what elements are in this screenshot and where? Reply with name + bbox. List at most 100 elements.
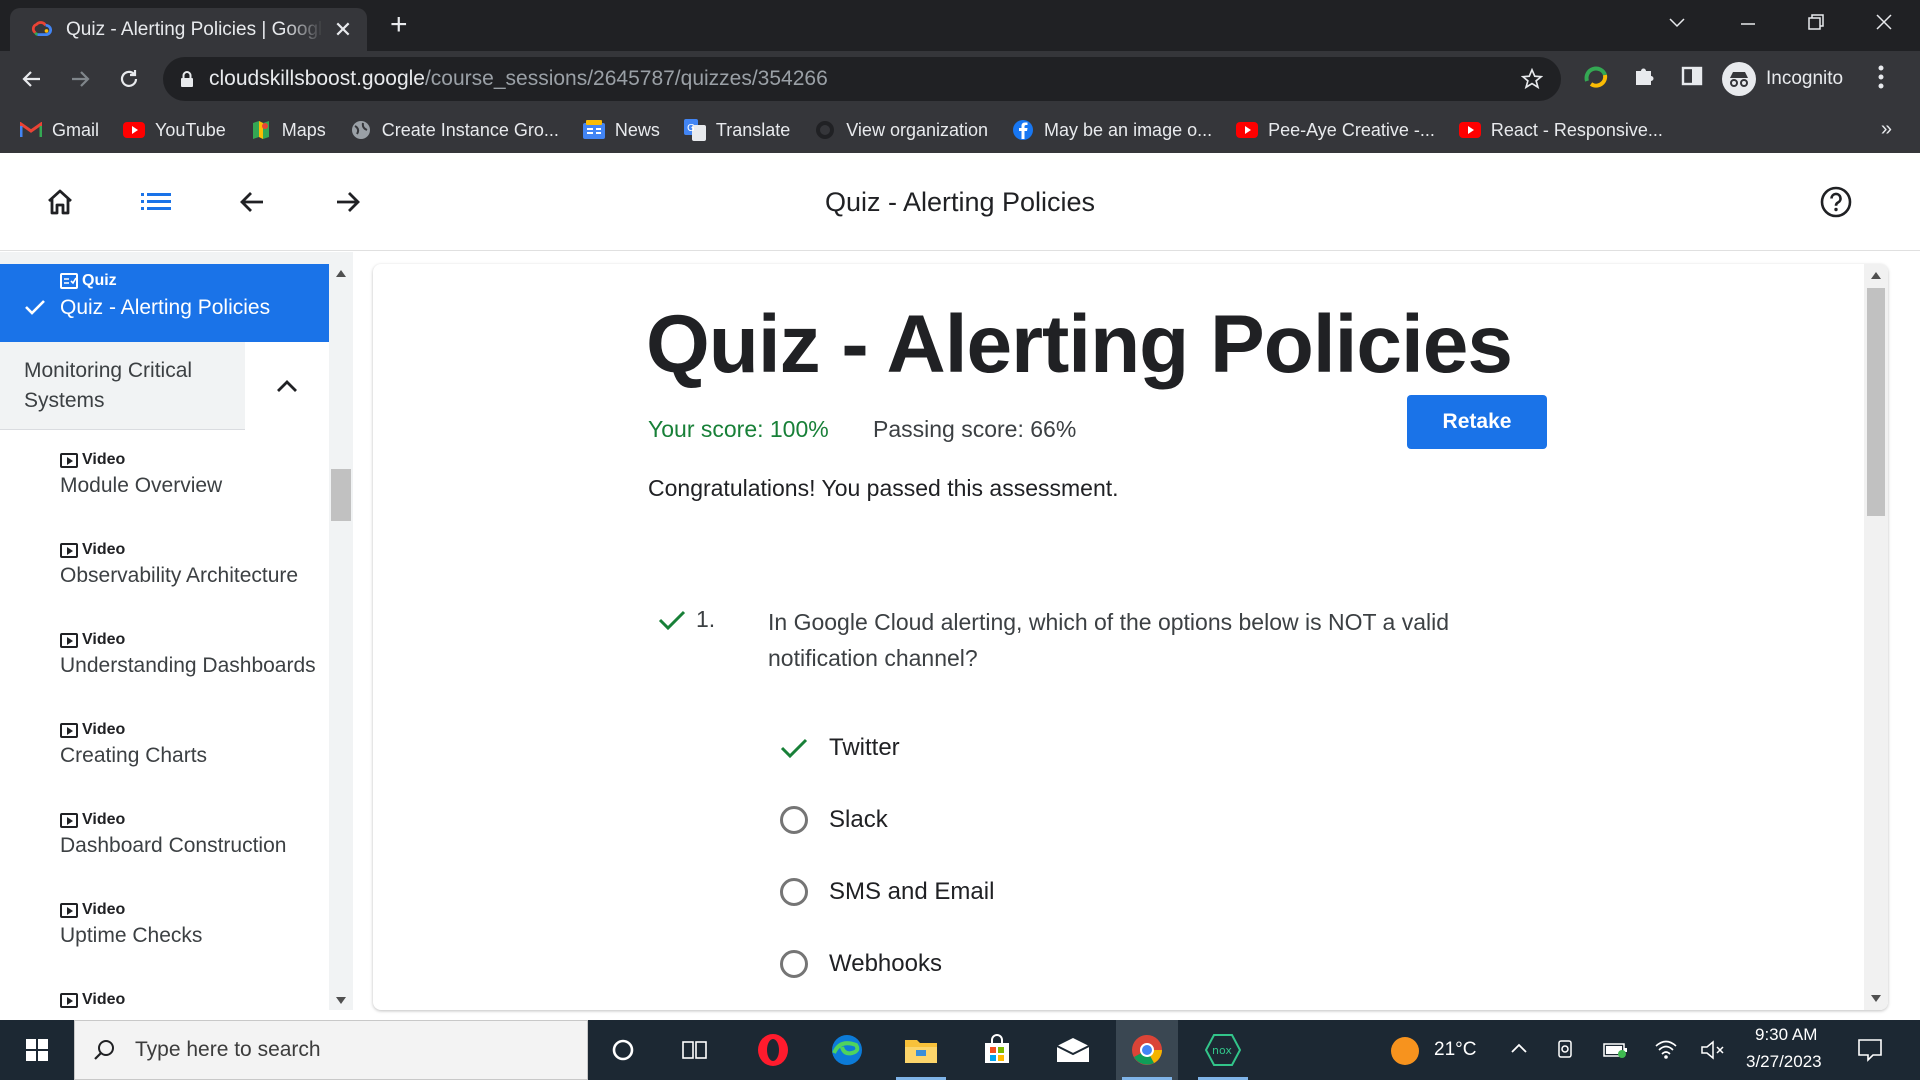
sidebar-item-uptime-checks[interactable]: Video Uptime Checks bbox=[60, 901, 320, 948]
outline-panel: Quiz Quiz - Alerting Policies Monitoring… bbox=[0, 252, 353, 1010]
extension-google-icon[interactable] bbox=[1583, 63, 1609, 89]
answer-option-webhooks[interactable]: Webhooks bbox=[779, 948, 942, 980]
meet-now-icon[interactable] bbox=[1556, 1038, 1576, 1060]
taskbar-microsoft-store[interactable] bbox=[966, 1020, 1028, 1080]
tab-search-icon[interactable] bbox=[1668, 14, 1686, 32]
taskbar-mail[interactable] bbox=[1042, 1020, 1104, 1080]
store-icon bbox=[985, 1034, 1009, 1063]
bookmark-facebook[interactable]: May be an image o... bbox=[1012, 119, 1212, 141]
chevron-up-icon bbox=[277, 380, 297, 392]
sidebar-item-observability-architecture[interactable]: Video Observability Architecture bbox=[60, 541, 320, 588]
windows-logo-icon bbox=[26, 1039, 48, 1061]
opera-icon bbox=[758, 1034, 788, 1066]
taskbar-chrome[interactable] bbox=[1116, 1020, 1178, 1080]
item-kind: Video bbox=[60, 541, 320, 559]
outline-scrollbar-thumb[interactable] bbox=[331, 469, 351, 521]
search-icon bbox=[94, 1040, 114, 1060]
outline-scrollbar[interactable] bbox=[329, 264, 353, 1010]
browser-tab-active[interactable]: Quiz - Alerting Policies | Google Cloud … bbox=[10, 8, 367, 51]
radio-button[interactable] bbox=[779, 877, 809, 907]
mail-icon bbox=[1056, 1038, 1090, 1062]
bookmark-react[interactable]: React - Responsive... bbox=[1458, 119, 1663, 141]
reload-button[interactable] bbox=[111, 61, 147, 97]
show-hidden-icons-icon[interactable] bbox=[1510, 1042, 1528, 1054]
answer-option-slack[interactable]: Slack bbox=[779, 804, 888, 836]
bookmarks-overflow-icon[interactable]: » bbox=[1881, 118, 1892, 141]
bookmark-translate[interactable]: G Translate bbox=[683, 119, 790, 141]
address-bar[interactable]: cloudskillsboost.google/course_sessions/… bbox=[163, 57, 1561, 101]
windows-taskbar: Type here to search nox 21°C 9:30 AM 3/2… bbox=[0, 1020, 1920, 1080]
radio-button[interactable] bbox=[779, 805, 809, 835]
battery-icon[interactable] bbox=[1602, 1040, 1628, 1060]
scroll-down-icon[interactable] bbox=[336, 997, 346, 1004]
item-kind: Video bbox=[60, 811, 320, 829]
side-panel-icon[interactable] bbox=[1680, 63, 1704, 89]
content-scrollbar[interactable] bbox=[1864, 264, 1888, 1010]
content-scrollbar-thumb[interactable] bbox=[1867, 288, 1885, 516]
tab-close-icon[interactable]: ✕ bbox=[331, 17, 355, 43]
retake-button[interactable]: Retake bbox=[1407, 395, 1547, 449]
item-kind-label: Quiz bbox=[82, 272, 117, 289]
radio-button[interactable] bbox=[779, 949, 809, 979]
taskbar-edge[interactable] bbox=[816, 1020, 878, 1080]
chrome-menu-icon[interactable] bbox=[1876, 63, 1886, 91]
taskbar-nox[interactable]: nox bbox=[1192, 1020, 1254, 1080]
clock-time[interactable]: 9:30 AM bbox=[1755, 1025, 1817, 1045]
video-icon bbox=[60, 812, 78, 828]
item-kind-label: Video bbox=[82, 811, 126, 828]
wifi-icon[interactable] bbox=[1654, 1038, 1678, 1060]
bookmark-label: React - Responsive... bbox=[1490, 119, 1663, 140]
bookmark-pee-aye[interactable]: Pee-Aye Creative -... bbox=[1236, 119, 1435, 141]
star-icon[interactable] bbox=[1521, 68, 1543, 90]
bookmark-news[interactable]: News bbox=[582, 119, 660, 141]
scroll-up-icon[interactable] bbox=[336, 270, 346, 277]
taskbar-opera[interactable] bbox=[742, 1020, 804, 1080]
nox-icon: nox bbox=[1205, 1034, 1241, 1066]
temperature[interactable]: 21°C bbox=[1434, 1039, 1476, 1061]
extensions-puzzle-icon[interactable] bbox=[1632, 63, 1656, 89]
sidebar-item-dashboard-construction[interactable]: Video Dashboard Construction bbox=[60, 811, 320, 858]
bookmark-label: View organization bbox=[846, 119, 989, 140]
back-button[interactable] bbox=[14, 61, 50, 97]
question-text: In Google Cloud alerting, which of the o… bbox=[768, 609, 1450, 671]
passing-score: Passing score: 66% bbox=[873, 416, 1077, 442]
maps-icon bbox=[250, 119, 272, 141]
scroll-down-icon[interactable] bbox=[1871, 995, 1881, 1002]
answer-option-twitter[interactable]: Twitter bbox=[779, 732, 900, 764]
scroll-up-icon[interactable] bbox=[1871, 272, 1881, 279]
cortana-button[interactable] bbox=[592, 1020, 654, 1080]
clock-date[interactable]: 3/27/2023 bbox=[1746, 1052, 1822, 1072]
video-icon bbox=[60, 632, 78, 648]
google-cloud-icon bbox=[31, 20, 52, 36]
restore-icon[interactable] bbox=[1806, 12, 1826, 32]
taskbar-file-explorer[interactable] bbox=[890, 1020, 952, 1080]
bookmark-label: Gmail bbox=[52, 119, 100, 140]
bookmark-view-organization[interactable]: View organization bbox=[814, 119, 988, 141]
volume-muted-icon[interactable] bbox=[1700, 1039, 1726, 1061]
sidebar-item-module-overview[interactable]: Video Module Overview bbox=[60, 451, 320, 498]
task-view-button[interactable] bbox=[664, 1020, 726, 1080]
sidebar-item-understanding-dashboards[interactable]: Video Understanding Dashboards bbox=[60, 631, 320, 678]
forward-button[interactable] bbox=[62, 61, 98, 97]
incognito-profile-button[interactable]: Incognito bbox=[1722, 59, 1843, 99]
bookmark-maps[interactable]: Maps bbox=[250, 119, 326, 141]
bookmark-gmail[interactable]: Gmail bbox=[20, 119, 99, 141]
taskbar-search-box[interactable]: Type here to search bbox=[74, 1020, 588, 1080]
help-button[interactable] bbox=[1820, 186, 1852, 218]
weather-sun-icon[interactable] bbox=[1390, 1036, 1420, 1066]
bookmark-youtube[interactable]: YouTube bbox=[123, 119, 226, 141]
section-collapse-button[interactable] bbox=[245, 342, 329, 430]
browser-tab-strip: Quiz - Alerting Policies | Google Cloud … bbox=[0, 0, 1920, 51]
close-window-icon[interactable] bbox=[1874, 12, 1894, 32]
sidebar-item-quiz-alerting-policies[interactable]: Quiz Quiz - Alerting Policies bbox=[0, 264, 329, 342]
sidebar-item-next-video[interactable]: Video bbox=[60, 991, 320, 1009]
sidebar-item-creating-charts[interactable]: Video Creating Charts bbox=[60, 721, 320, 768]
start-button[interactable] bbox=[6, 1020, 68, 1080]
answer-option-sms-email[interactable]: SMS and Email bbox=[779, 876, 994, 908]
minimize-icon[interactable] bbox=[1738, 14, 1758, 34]
notifications-icon[interactable] bbox=[1857, 1037, 1883, 1063]
bookmark-create-instance[interactable]: Create Instance Gro... bbox=[350, 119, 559, 141]
quiz-title: Quiz - Alerting Policies bbox=[646, 299, 1513, 390]
section-monitoring-critical-systems[interactable]: Monitoring Critical Systems bbox=[0, 342, 329, 430]
new-tab-icon[interactable]: + bbox=[390, 10, 408, 40]
